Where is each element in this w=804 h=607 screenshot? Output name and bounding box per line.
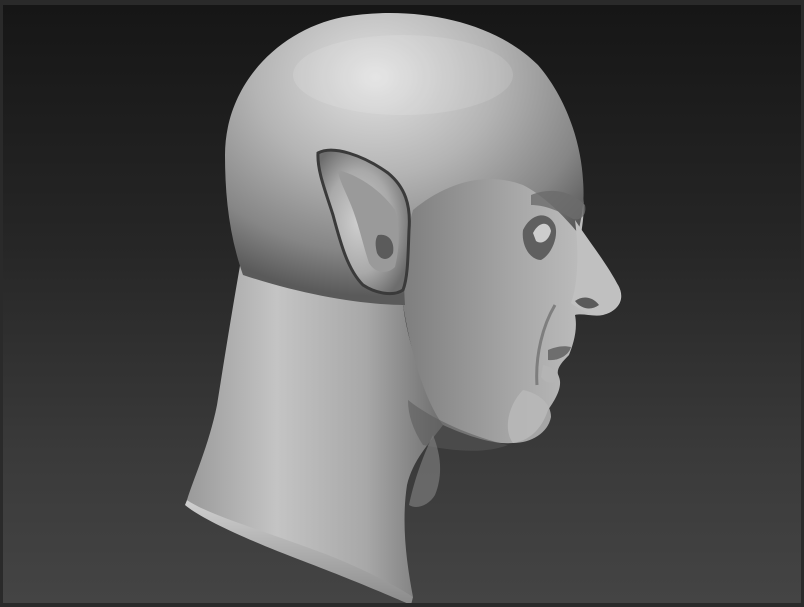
sculpt-viewport[interactable] xyxy=(0,0,804,607)
sculpt-model[interactable] xyxy=(3,5,804,607)
skull-highlight xyxy=(293,35,513,115)
